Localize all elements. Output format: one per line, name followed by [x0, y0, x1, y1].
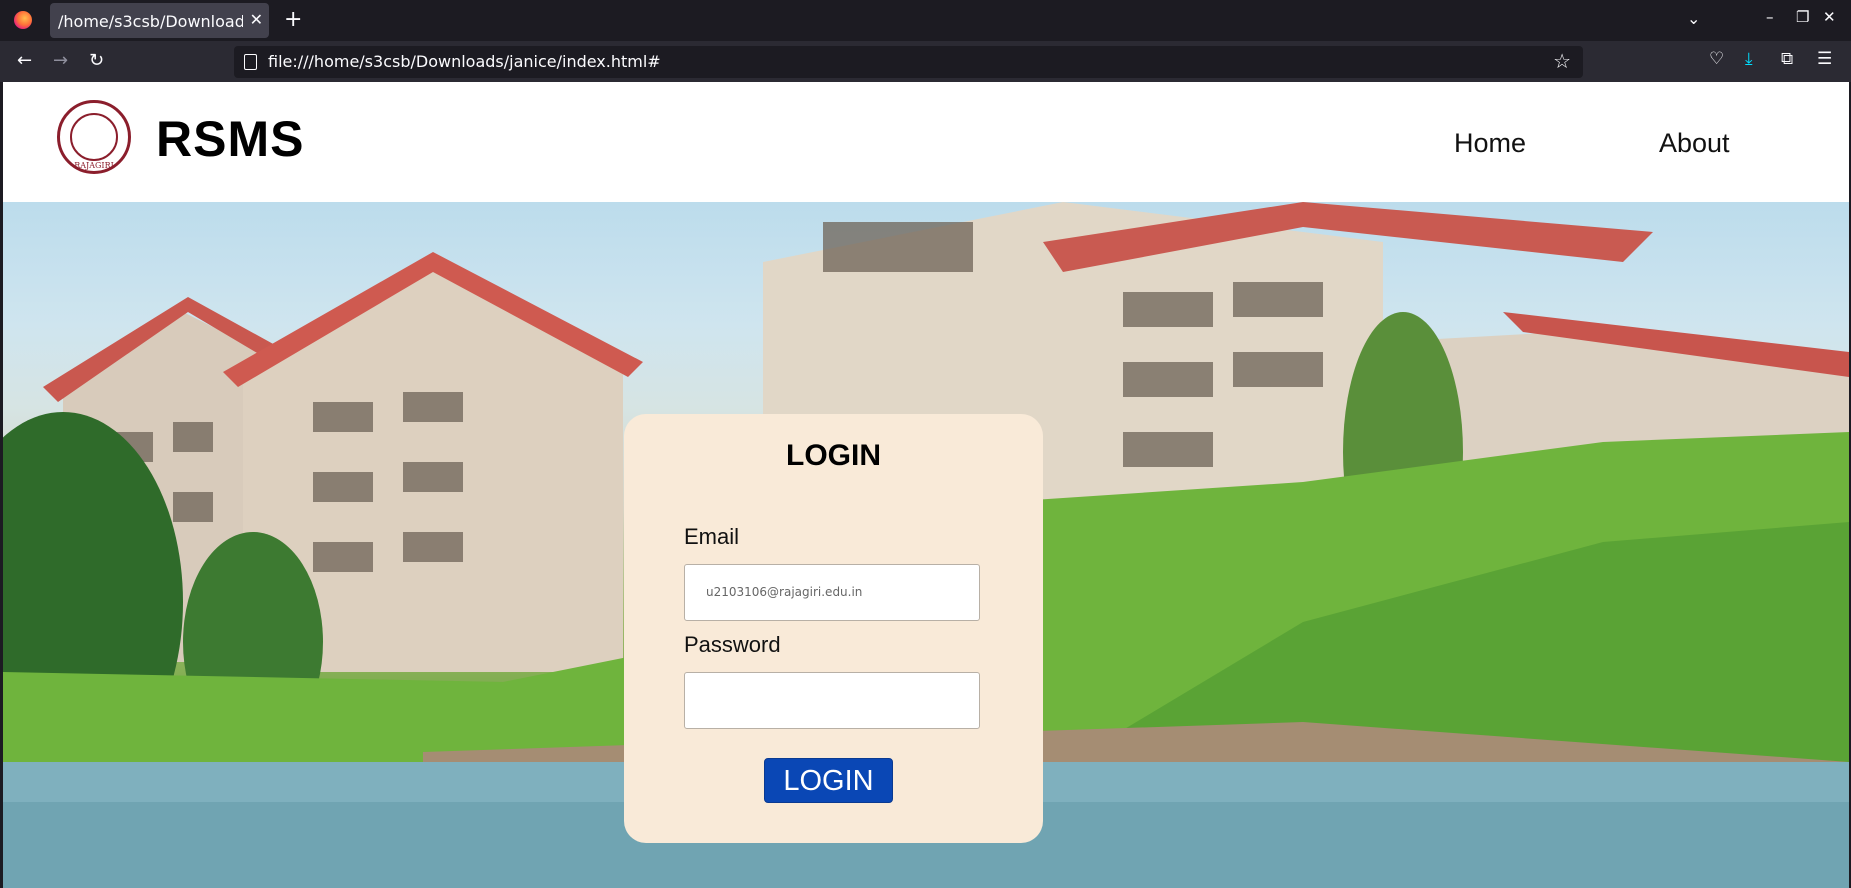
password-field[interactable]	[684, 672, 980, 729]
logo-text: RAJAGIRI	[74, 161, 114, 170]
password-label: Password	[684, 632, 781, 657]
reload-button[interactable]: ↻	[89, 50, 104, 71]
new-tab-button[interactable]: +	[284, 7, 302, 32]
chevron-down-icon[interactable]: ⌄	[1687, 9, 1700, 28]
extensions-icon[interactable]: ⧉	[1781, 49, 1793, 69]
login-title: LOGIN	[786, 439, 881, 472]
close-icon[interactable]: ✕	[250, 10, 263, 29]
site-brand: RSMS	[156, 111, 305, 167]
navigation-toolbar: ← → ↻ file:///home/s3csb/Downloads/janic…	[0, 41, 1851, 82]
email-field[interactable]: u2103106@rajagiri.edu.in	[684, 564, 980, 621]
campus-background-image: LOGIN Email u2103106@rajagiri.edu.in Pas…	[3, 202, 1849, 888]
restore-button[interactable]: ❐	[1796, 8, 1809, 26]
nav-link-about[interactable]: About	[1659, 128, 1730, 159]
nav-link-home[interactable]: Home	[1454, 128, 1526, 159]
site-header: RAJAGIRI RSMS Home About	[3, 82, 1849, 202]
url-text[interactable]: file:///home/s3csb/Downloads/janice/inde…	[268, 52, 661, 71]
menu-icon[interactable]: ☰	[1817, 49, 1832, 69]
bookmark-star-icon[interactable]: ☆	[1553, 49, 1571, 73]
pocket-icon[interactable]: ♡	[1709, 49, 1724, 69]
window-close-button[interactable]: ✕	[1823, 8, 1836, 26]
forward-button[interactable]: →	[53, 50, 68, 71]
logo-emblem	[70, 113, 118, 161]
email-label: Email	[684, 524, 740, 549]
downloads-icon[interactable]: ⤓	[1745, 49, 1753, 69]
page-icon	[244, 54, 257, 70]
login-card: LOGIN Email u2103106@rajagiri.edu.in Pas…	[624, 414, 1043, 843]
rajagiri-logo: RAJAGIRI	[57, 100, 131, 174]
url-bar[interactable]: file:///home/s3csb/Downloads/janice/inde…	[234, 46, 1583, 78]
tab-title: /home/s3csb/Downloads/janice/index.html#	[58, 12, 243, 31]
firefox-icon[interactable]	[14, 11, 32, 29]
active-tab[interactable]: /home/s3csb/Downloads/janice/index.html#…	[50, 3, 269, 38]
page-viewport: RAJAGIRI RSMS Home About LOGIN Email u21…	[0, 82, 1851, 888]
email-placeholder: u2103106@rajagiri.edu.in	[706, 585, 863, 599]
back-button[interactable]: ←	[17, 50, 32, 71]
login-button[interactable]: LOGIN	[764, 758, 893, 803]
tab-bar: /home/s3csb/Downloads/janice/index.html#…	[0, 0, 1851, 41]
minimize-button[interactable]: –	[1766, 8, 1774, 26]
